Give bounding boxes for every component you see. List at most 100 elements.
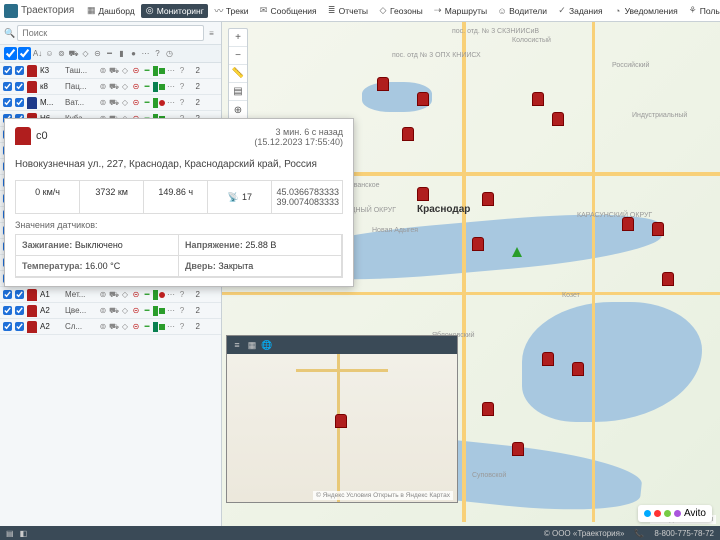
nav-водители[interactable]: ☺Водители (493, 4, 551, 18)
hdr-user-icon[interactable]: ☺ (44, 48, 55, 59)
more-icon[interactable]: ⋯ (166, 306, 176, 316)
row-check-1[interactable] (3, 322, 12, 331)
filter-icon[interactable]: ≡ (206, 28, 217, 39)
row-check-1[interactable] (3, 98, 12, 107)
nav-задания[interactable]: ✓Задания (553, 4, 607, 18)
vehicle-id: к8 (40, 82, 62, 91)
row-check-1[interactable] (3, 290, 12, 299)
select-all-1[interactable] (4, 47, 17, 60)
vehicle-marker[interactable] (482, 402, 494, 416)
more-icon[interactable]: ⋯ (166, 290, 176, 300)
district-3: КАРАСУНСКИЙ ОКРУГ (577, 212, 652, 219)
row-check-2[interactable] (15, 290, 24, 299)
row-check-2[interactable] (15, 82, 24, 91)
search-input[interactable] (17, 25, 204, 41)
nav-треки[interactable]: 〰Треки (210, 4, 253, 18)
vehicle-marker[interactable] (662, 272, 674, 286)
row-check-1[interactable] (3, 66, 12, 75)
footer-icon-1[interactable]: ▤ (6, 529, 14, 538)
mini-road-v (337, 354, 340, 502)
driver-name: Пац... (65, 82, 95, 91)
more-icon[interactable]: ⋯ (166, 66, 176, 76)
vehicle-popup: с0 3 мин. 6 с назад (15.12.2023 17:55:40… (4, 118, 354, 287)
hdr-more-icon[interactable]: ⋯ (140, 48, 151, 59)
popup-vehicle-icon (15, 127, 31, 145)
vehicle-marker[interactable] (652, 222, 664, 236)
vehicle-marker[interactable] (622, 217, 634, 231)
hdr-time-icon[interactable]: ◷ (164, 48, 175, 59)
row-check-1[interactable] (3, 306, 12, 315)
nav-отчеты[interactable]: ≣Отчеты (323, 4, 372, 18)
footer-company: © ООО «Траектория» (544, 529, 625, 538)
layers-button[interactable]: ▤ (229, 83, 247, 101)
select-all-2[interactable] (18, 47, 31, 60)
bottombar: ▤ ◧ © ООО «Траектория» 📞 8-800-775-78-72 (0, 526, 720, 540)
target-button[interactable]: ⊕ (229, 101, 247, 119)
row-check-2[interactable] (15, 66, 24, 75)
popup-ago: 3 мин. 6 с назад (254, 127, 343, 137)
table-row[interactable]: А2 Цве... ⊚ ⛟ ◇ ⊝ ━ ⋯ ? 2 (0, 303, 221, 319)
row-check-1[interactable] (3, 82, 12, 91)
vehicle-marker[interactable] (402, 127, 414, 141)
driver-name: Сл... (65, 322, 95, 331)
vehicle-icon (27, 65, 37, 77)
minimap-canvas[interactable] (227, 354, 457, 502)
row-check-2[interactable] (15, 322, 24, 331)
avito-dot-red (654, 510, 661, 517)
vehicle-marker[interactable] (417, 92, 429, 106)
nav-сообщения[interactable]: ✉Сообщения (254, 4, 320, 18)
nav-label: Пользователи (700, 6, 720, 16)
sensor-voltage: Напряжение: 25.88 В (179, 235, 342, 256)
vehicle-marker[interactable] (542, 352, 554, 366)
footer-phone-icon: 📞 (634, 529, 644, 538)
hdr-sort-icon[interactable]: A↓ (32, 48, 43, 59)
vehicle-id: А2 (40, 306, 62, 315)
zoom-in-button[interactable]: + (229, 29, 247, 47)
table-row[interactable]: А1 Мет... ⊚ ⛟ ◇ ⊝ ━ ⋯ ? 2 (0, 287, 221, 303)
popup-odometer: 3732 км (80, 181, 144, 213)
hdr-dot-icon[interactable]: ● (128, 48, 139, 59)
zoom-out-button[interactable]: − (229, 47, 247, 65)
satellite-icon: 📡 (228, 192, 239, 203)
more-icon[interactable]: ⋯ (166, 82, 176, 92)
nav-мониторинг[interactable]: ◎Мониторинг (141, 4, 208, 18)
vehicle-marker[interactable] (512, 442, 524, 456)
vehicle-marker[interactable] (572, 362, 584, 376)
hdr-diamond-icon[interactable]: ◇ (80, 48, 91, 59)
hdr-wheel-icon[interactable]: ⊚ (56, 48, 67, 59)
hdr-stop-icon[interactable]: ⊝ (92, 48, 103, 59)
minimap-grid-icon[interactable]: ▦ (246, 339, 258, 351)
vehicle-marker[interactable] (482, 192, 494, 206)
hdr-q-icon[interactable]: ? (152, 48, 163, 59)
hdr-line-icon[interactable]: ━ (104, 48, 115, 59)
vehicle-marker[interactable] (552, 112, 564, 126)
nav-дашборд[interactable]: ▦Дашборд (82, 4, 138, 18)
table-row[interactable]: M... Ват... ⊚ ⛟ ◇ ⊝ ━ ⋯ ? 2 (0, 95, 221, 111)
table-row[interactable]: к8 Пац... ⊚ ⛟ ◇ ⊝ ━ ⋯ ? 2 (0, 79, 221, 95)
nav-геозоны[interactable]: ◇Геозоны (374, 4, 427, 18)
place-5: Индустриальный (632, 112, 687, 119)
row-check-2[interactable] (15, 306, 24, 315)
hdr-bar-icon[interactable]: ▮ (116, 48, 127, 59)
vehicle-marker[interactable] (417, 187, 429, 201)
more-icon[interactable]: ⋯ (166, 322, 176, 332)
ruler-button[interactable]: 📏 (229, 65, 247, 83)
minimap-globe-icon[interactable]: 🌐 (261, 339, 273, 351)
hdr-truck-icon[interactable]: ⛟ (68, 48, 79, 59)
vehicle-icon (27, 321, 37, 333)
minimap[interactable]: ≡ ▦ 🌐 0 км/ч Новокузнечная ул., 227, Кра… (226, 335, 458, 503)
table-row[interactable]: А2 Сл... ⊚ ⛟ ◇ ⊝ ━ ⋯ ? 2 (0, 319, 221, 335)
vehicle-marker[interactable] (532, 92, 544, 106)
nav-уведомления[interactable]: ◔Уведомления (609, 4, 682, 18)
minimap-vehicle-marker[interactable] (335, 414, 347, 428)
more-icon[interactable]: ⋯ (166, 98, 176, 108)
table-row[interactable]: К3 Таш... ⊚ ⛟ ◇ ⊝ ━ ⋯ ? 2 (0, 63, 221, 79)
footer-icon-2[interactable]: ◧ (20, 529, 28, 538)
vehicle-marker[interactable] (472, 237, 484, 251)
vehicle-marker[interactable] (377, 77, 389, 91)
diamond-icon: ◇ (120, 82, 130, 92)
nav-маршруты[interactable]: ⇢Маршруты (429, 4, 491, 18)
minimap-menu-icon[interactable]: ≡ (231, 339, 243, 351)
row-check-2[interactable] (15, 98, 24, 107)
nav-пользователи[interactable]: ⚘Пользователи (684, 4, 720, 18)
